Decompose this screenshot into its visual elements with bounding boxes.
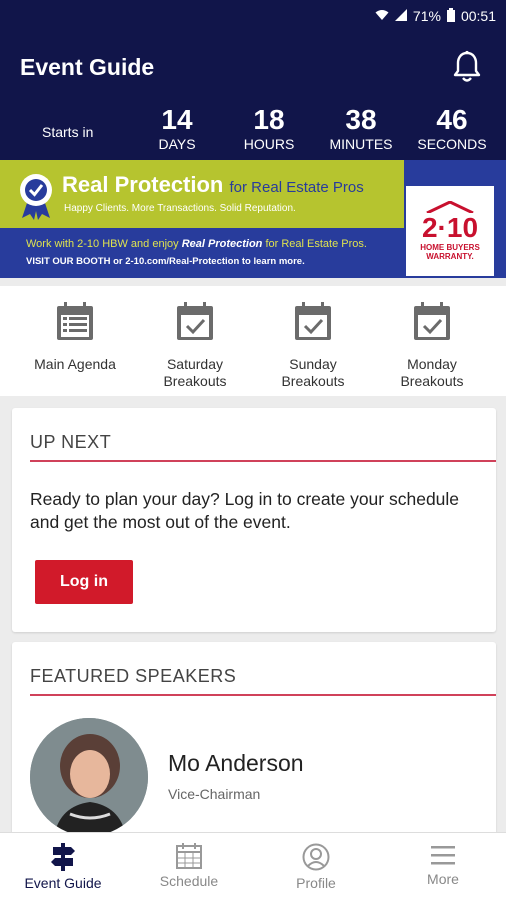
wifi-icon [375,9,389,24]
speaker-role: Vice-Chairman [168,786,261,802]
login-button[interactable]: Log in [35,560,133,604]
tab-label: More [427,871,459,887]
card-divider [30,460,496,462]
up-next-card: UP NEXT Ready to plan your day? Log in t… [12,408,496,632]
logo-text: 2·10 [421,212,479,243]
countdown-label: MINUTES [329,136,393,152]
quick-link-main-agenda[interactable]: Main Agenda [20,302,130,373]
countdown-label: DAYS [158,136,196,152]
quick-link-label: Saturday Breakouts [163,356,227,389]
banner-line2: VISIT OUR BOOTH or 2-10.com/Real-Protect… [26,256,305,267]
calendar-check-icon [295,302,331,340]
list-icon [57,302,93,340]
speaker-avatar[interactable] [30,718,148,836]
profile-icon [302,843,330,871]
banner-line1: Work with 2-10 HBW and enjoy Real Protec… [26,238,367,250]
up-next-message: Ready to plan your day? Log in to create… [30,489,460,532]
page-title: Event Guide [20,54,155,80]
banner-line1-suffix: for Real Estate Pros. [265,238,367,250]
calendar-icon [176,843,202,869]
calendar-check-icon [414,302,450,340]
tab-label: Event Guide [24,875,102,891]
notifications-bell-icon[interactable] [452,50,482,84]
tab-more[interactable]: More [380,833,506,900]
bottom-tab-bar: Event Guide Schedule Profile More [0,832,506,900]
countdown-minutes: 38 MINUTES [316,104,406,152]
battery-percent: 71% [412,8,441,24]
banner-headline-suffix: for Real Estate Pros [229,179,364,196]
banner-line1-prefix: Work with 2-10 HBW and enjoy [26,238,179,250]
signpost-icon [51,843,75,871]
clock: 00:51 [460,8,496,24]
sponsor-logo: 2·10 HOME BUYERS WARRANTY. [404,160,506,278]
quick-links: Main Agenda Saturday Breakouts Sunday Br… [0,286,506,396]
speaker-name[interactable]: Mo Anderson [168,750,304,777]
banner-headline-main: Real Protection [62,172,224,197]
countdown-value: 46 [436,104,468,135]
countdown-seconds: 46 SECONDS [407,104,497,152]
battery-icon [446,7,455,25]
logo-subtext: HOME BUYERS WARRANTY. [420,243,480,261]
quick-link-label: Monday Breakouts [400,356,464,389]
featured-speakers-card: FEATURED SPEAKERS Mo Anderson Vice-Chair… [12,642,496,842]
banner-line1-emphasis: Real Protection [181,238,263,250]
countdown-value: 38 [345,104,377,135]
card-title: UP NEXT [30,432,112,452]
sponsor-banner[interactable]: Real Protection for Real Estate Pros Hap… [0,160,506,278]
countdown-hours: 18 HOURS [224,104,314,152]
countdown-prefix: Starts in [42,124,94,140]
card-title: FEATURED SPEAKERS [30,666,237,686]
tab-label: Profile [296,875,336,891]
countdown: Starts in 14 DAYS 18 HOURS 38 MINUTES 46… [0,104,506,160]
tab-event-guide[interactable]: Event Guide [0,833,126,900]
countdown-days: 14 DAYS [132,104,222,152]
banner-headline: Real Protection for Real Estate Pros [62,172,364,198]
card-divider [30,694,496,696]
status-bar: 71% 00:51 [0,0,506,32]
countdown-label: HOURS [243,136,295,152]
countdown-label: SECONDS [417,136,487,152]
quick-link-label: Sunday Breakouts [281,356,345,389]
quick-link-monday-breakouts[interactable]: Monday Breakouts [377,302,487,390]
quick-link-saturday-breakouts[interactable]: Saturday Breakouts [140,302,250,390]
app-header: Event Guide Starts in 14 DAYS 18 HOURS 3… [0,32,506,160]
tab-label: Schedule [159,873,219,889]
signal-icon [394,8,407,24]
tab-schedule[interactable]: Schedule [126,833,252,900]
menu-icon [431,846,455,865]
banner-bottom: Work with 2-10 HBW and enjoy Real Protec… [0,228,404,278]
calendar-check-icon [177,302,213,340]
medal-icon [16,172,56,220]
banner-tagline: Happy Clients. More Transactions. Solid … [64,203,296,214]
quick-link-label: Main Agenda [34,356,116,372]
countdown-value: 14 [161,104,193,135]
sponsor-logo-card: 2·10 HOME BUYERS WARRANTY. [406,186,494,276]
banner-top: Real Protection for Real Estate Pros Hap… [0,160,404,228]
countdown-value: 18 [253,104,285,135]
quick-link-sunday-breakouts[interactable]: Sunday Breakouts [258,302,368,390]
tab-profile[interactable]: Profile [253,833,379,900]
